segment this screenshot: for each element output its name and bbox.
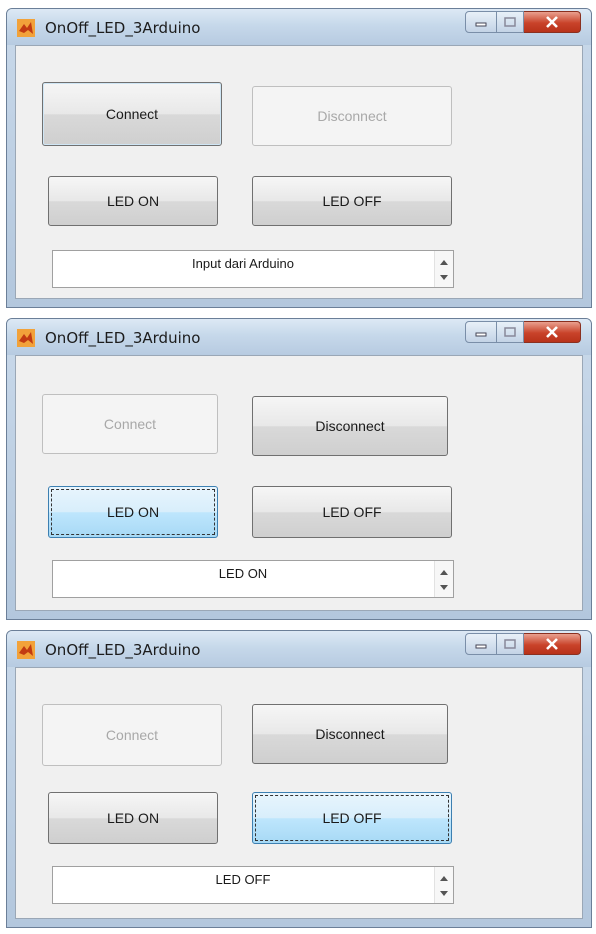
output-listbox[interactable]: LED OFF	[52, 866, 454, 904]
minimize-button[interactable]	[465, 321, 497, 343]
led-off-button[interactable]: LED OFF	[252, 792, 452, 844]
maximize-button[interactable]	[497, 11, 524, 33]
connect-button[interactable]: Connect	[42, 394, 218, 454]
app-window-3: OnOff_LED_3Arduino Connect Disconnect LE…	[6, 630, 592, 928]
minimize-icon	[475, 644, 487, 649]
close-icon	[546, 16, 558, 28]
close-button[interactable]	[524, 321, 581, 343]
minimize-button[interactable]	[465, 11, 497, 33]
window-title: OnOff_LED_3Arduino	[45, 329, 201, 347]
listbox-scrollbar[interactable]	[434, 867, 453, 903]
disconnect-button[interactable]: Disconnect	[252, 86, 452, 146]
title-bar[interactable]: OnOff_LED_3Arduino	[7, 9, 591, 45]
close-icon	[546, 326, 558, 338]
output-listbox[interactable]: LED ON	[52, 560, 454, 598]
client-area: Connect Disconnect LED ON LED OFF LED OF…	[15, 667, 583, 919]
caption-buttons	[465, 321, 581, 343]
client-area: Connect Disconnect LED ON LED OFF Input …	[15, 45, 583, 299]
close-button[interactable]	[524, 633, 581, 655]
disconnect-button[interactable]: Disconnect	[252, 704, 448, 764]
caption-buttons	[465, 11, 581, 33]
led-on-button[interactable]: LED ON	[48, 792, 218, 844]
output-listbox[interactable]: Input dari Arduino	[52, 250, 454, 288]
close-button[interactable]	[524, 11, 581, 33]
app-window-1: OnOff_LED_3Arduino Connect Disconnect LE…	[6, 8, 592, 308]
led-on-button[interactable]: LED ON	[48, 486, 218, 538]
title-bar[interactable]: OnOff_LED_3Arduino	[7, 631, 591, 667]
listbox-scrollbar[interactable]	[434, 561, 453, 597]
scroll-down-arrow-icon[interactable]	[440, 891, 448, 896]
maximize-button[interactable]	[497, 633, 524, 655]
close-icon	[546, 638, 558, 650]
app-window-2: OnOff_LED_3Arduino Connect Disconnect LE…	[6, 318, 592, 620]
connect-button[interactable]: Connect	[42, 82, 222, 146]
maximize-icon	[504, 17, 516, 27]
led-off-button[interactable]: LED OFF	[252, 176, 452, 226]
scroll-up-arrow-icon[interactable]	[440, 260, 448, 265]
scroll-down-arrow-icon[interactable]	[440, 275, 448, 280]
matlab-logo-icon	[17, 329, 35, 347]
scroll-up-arrow-icon[interactable]	[440, 876, 448, 881]
minimize-icon	[475, 22, 487, 27]
maximize-icon	[504, 639, 516, 649]
listbox-text: LED ON	[218, 566, 268, 581]
client-area: Connect Disconnect LED ON LED OFF LED ON	[15, 355, 583, 611]
maximize-icon	[504, 327, 516, 337]
maximize-button[interactable]	[497, 321, 524, 343]
window-title: OnOff_LED_3Arduino	[45, 641, 201, 659]
title-bar[interactable]: OnOff_LED_3Arduino	[7, 319, 591, 355]
minimize-button[interactable]	[465, 633, 497, 655]
scroll-down-arrow-icon[interactable]	[440, 585, 448, 590]
window-title: OnOff_LED_3Arduino	[45, 19, 201, 37]
connect-button[interactable]: Connect	[42, 704, 222, 766]
listbox-scrollbar[interactable]	[434, 251, 453, 287]
led-off-button[interactable]: LED OFF	[252, 486, 452, 538]
listbox-text: LED OFF	[215, 872, 271, 887]
disconnect-button[interactable]: Disconnect	[252, 396, 448, 456]
minimize-icon	[475, 332, 487, 337]
scroll-up-arrow-icon[interactable]	[440, 570, 448, 575]
led-on-button[interactable]: LED ON	[48, 176, 218, 226]
matlab-logo-icon	[17, 641, 35, 659]
matlab-logo-icon	[17, 19, 35, 37]
listbox-text: Input dari Arduino	[192, 256, 294, 271]
caption-buttons	[465, 633, 581, 655]
